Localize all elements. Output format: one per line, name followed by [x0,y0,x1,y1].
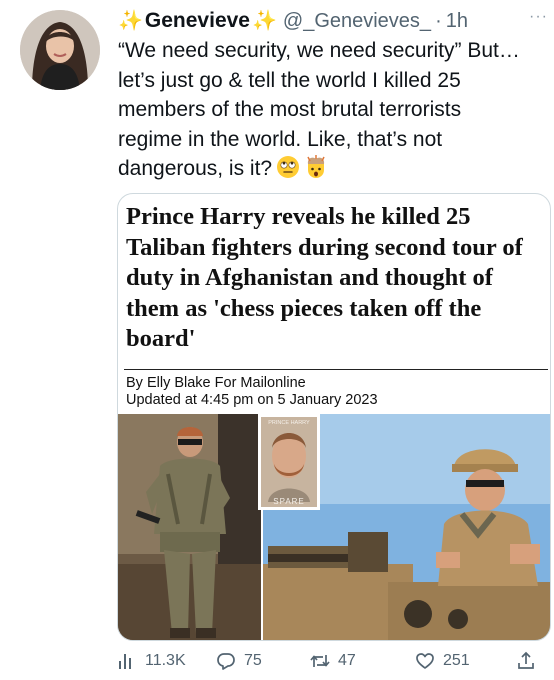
views-count: 11.3K [145,652,186,669]
article-photos: PRINCE HARRY SPARE [118,414,550,640]
timestamp[interactable]: 1h [446,10,468,33]
reply-icon [217,653,235,670]
reply-count: 75 [244,652,262,669]
book-author-text: PRINCE HARRY [268,420,310,426]
article-byline: By Elly Blake For Mailonline Updated at … [126,375,378,409]
avatar[interactable] [20,10,100,90]
book-cover [258,414,320,510]
exploding-head-icon [307,155,325,178]
bar-chart-icon [119,654,131,669]
separator-dot: · [435,9,442,32]
avatar-image [20,10,100,90]
like-count: 251 [443,652,470,669]
share-button[interactable] [516,651,536,671]
more-options-icon[interactable]: ··· [529,8,548,26]
author-line: By Elly Blake For Mailonline [126,375,306,391]
divider [124,369,548,370]
retweet-icon [310,655,330,667]
tweet-actions: 11.3K 75 47 251 [117,648,554,674]
views-button[interactable]: 11.3K [117,651,186,671]
sparkles-icon: ✨ [251,10,277,32]
share-icon [518,651,534,669]
book-title-text: SPARE [273,497,305,506]
article-image: PRINCE HARRY SPARE [118,414,550,640]
article-card[interactable]: Prince Harry reveals he killed 25 Taliba… [117,193,551,641]
retweet-count: 47 [338,652,356,669]
soldier-photo [118,414,261,640]
tweet-text: “We need security, we need security” But… [118,36,548,184]
display-name[interactable]: Genevieve [145,9,250,33]
face-with-rolling-eyes-icon [277,156,300,178]
sparkles-icon: ✨ [118,10,143,32]
reply-button[interactable]: 75 [216,651,262,671]
heart-icon [416,653,434,669]
user-handle[interactable]: @_Genevieves_ [283,10,431,33]
tweet-header: ✨ Genevieve ✨ @_Genevieves_ · 1h [118,6,544,36]
article-headline: Prince Harry reveals he killed 25 Taliba… [126,203,523,352]
like-button[interactable]: 251 [415,651,470,671]
retweet-button[interactable]: 47 [310,651,356,671]
updated-line: Updated at 4:45 pm on 5 January 2023 [126,392,378,408]
